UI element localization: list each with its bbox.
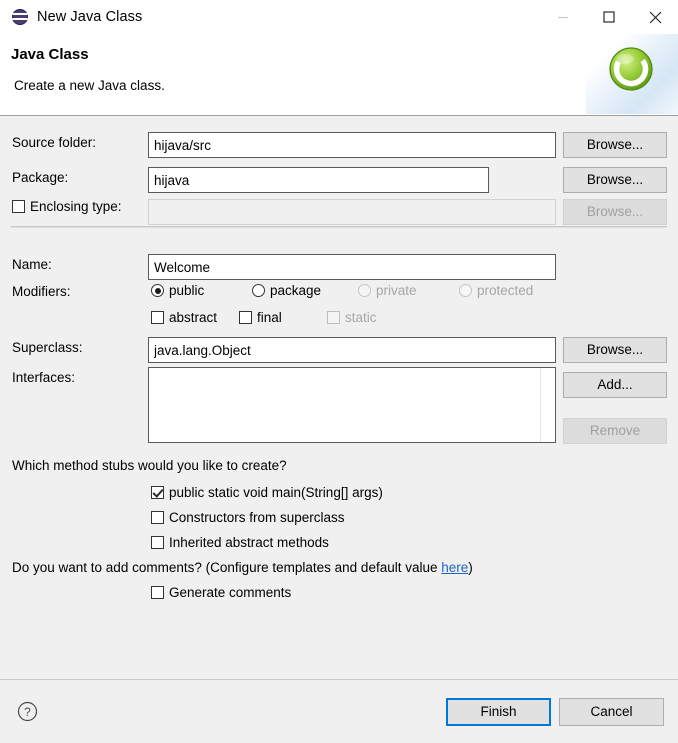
source-folder-browse-button[interactable]: Browse... — [563, 132, 667, 158]
new-java-class-dialog: New Java Class Java Class Create a new J… — [0, 0, 678, 743]
modifier-radio-protected: protected — [459, 283, 533, 298]
cancel-button[interactable]: Cancel — [559, 698, 664, 726]
source-folder-label: Source folder: — [12, 135, 97, 150]
radio-private-icon — [358, 284, 371, 297]
comments-question-prefix: Do you want to add comments? (Configure … — [12, 560, 442, 575]
modifier-protected-label: protected — [477, 283, 534, 298]
package-input[interactable] — [148, 167, 489, 193]
title-bar-left: New Java Class — [0, 9, 142, 25]
stub-checkbox-main[interactable]: public static void main(String[] args) — [151, 485, 383, 500]
close-button[interactable] — [632, 0, 678, 34]
interfaces-list[interactable] — [148, 367, 556, 443]
superclass-label: Superclass: — [12, 340, 83, 355]
modifier-public-label: public — [169, 283, 205, 298]
svg-text:?: ? — [24, 705, 31, 719]
page-description: Create a new Java class. — [14, 78, 165, 93]
stub-inherited-label: Inherited abstract methods — [169, 535, 329, 550]
modifier-checkbox-abstract[interactable]: abstract — [151, 310, 217, 325]
enclosing-type-checkbox-row[interactable]: Enclosing type: — [12, 199, 122, 214]
interfaces-list-scrollbar[interactable] — [540, 368, 555, 442]
name-label: Name: — [12, 257, 52, 272]
package-label: Package: — [12, 170, 69, 185]
dialog-footer: ? Finish Cancel — [0, 679, 678, 743]
interfaces-label: Interfaces: — [12, 370, 76, 385]
checkbox-static-icon — [327, 311, 340, 324]
stub-checkbox-inherited[interactable]: Inherited abstract methods — [151, 535, 329, 550]
checkbox-abstract-icon[interactable] — [151, 311, 164, 324]
stub-checkbox-constructors[interactable]: Constructors from superclass — [151, 510, 345, 525]
section-separator-top — [11, 226, 667, 228]
checkbox-generate-comments-icon[interactable] — [151, 586, 164, 599]
modifier-checkbox-final[interactable]: final — [239, 310, 282, 325]
modifiers-label: Modifiers: — [12, 284, 71, 299]
enclosing-type-checkbox[interactable] — [12, 200, 25, 213]
radio-public-icon[interactable] — [151, 284, 164, 297]
title-bar: New Java Class — [0, 0, 678, 34]
modifier-radio-package[interactable]: package — [252, 283, 321, 298]
name-input[interactable] — [148, 254, 556, 280]
checkbox-main-icon[interactable] — [151, 486, 164, 499]
superclass-input[interactable] — [148, 337, 556, 363]
window-title: New Java Class — [37, 9, 143, 25]
radio-protected-icon — [459, 284, 472, 297]
enclosing-type-browse-button: Browse... — [563, 199, 667, 225]
modifier-static-label: static — [345, 310, 377, 325]
minimize-button[interactable] — [540, 0, 586, 34]
checkbox-constructors-icon[interactable] — [151, 511, 164, 524]
modifier-abstract-label: abstract — [169, 310, 218, 325]
finish-button[interactable]: Finish — [446, 698, 551, 726]
modifier-private-label: private — [376, 283, 417, 298]
maximize-button[interactable] — [586, 0, 632, 34]
enclosing-type-label: Enclosing type: — [30, 199, 122, 214]
help-icon[interactable]: ? — [17, 701, 38, 722]
modifier-radio-private: private — [358, 283, 417, 298]
comments-question: Do you want to add comments? (Configure … — [12, 560, 473, 575]
method-stubs-question: Which method stubs would you like to cre… — [12, 458, 287, 473]
modifier-final-label: final — [257, 310, 282, 325]
superclass-browse-button[interactable]: Browse... — [563, 337, 667, 363]
modifier-checkbox-static: static — [327, 310, 377, 325]
modifier-package-label: package — [270, 283, 322, 298]
java-class-wizard-icon — [608, 46, 654, 92]
package-browse-button[interactable]: Browse... — [563, 167, 667, 193]
stub-constructors-label: Constructors from superclass — [169, 510, 345, 525]
checkbox-inherited-icon[interactable] — [151, 536, 164, 549]
page-title: Java Class — [11, 46, 89, 63]
generate-comments-checkbox-row[interactable]: Generate comments — [151, 585, 291, 600]
interfaces-remove-button: Remove — [563, 418, 667, 444]
window-controls — [540, 0, 678, 34]
interfaces-add-button[interactable]: Add... — [563, 372, 667, 398]
stub-main-label: public static void main(String[] args) — [169, 485, 383, 500]
modifier-radio-public[interactable]: public — [151, 283, 204, 298]
source-folder-input[interactable] — [148, 132, 556, 158]
checkbox-final-icon[interactable] — [239, 311, 252, 324]
wizard-header: Java Class Create a new Java class. — [0, 34, 678, 116]
configure-templates-link[interactable]: here — [441, 560, 468, 575]
eclipse-icon — [12, 9, 28, 25]
wizard-content: Source folder: Browse... Package: Browse… — [0, 116, 678, 679]
generate-comments-label: Generate comments — [169, 585, 292, 600]
radio-package-icon[interactable] — [252, 284, 265, 297]
enclosing-type-input — [148, 199, 556, 225]
comments-question-suffix: ) — [468, 560, 473, 575]
